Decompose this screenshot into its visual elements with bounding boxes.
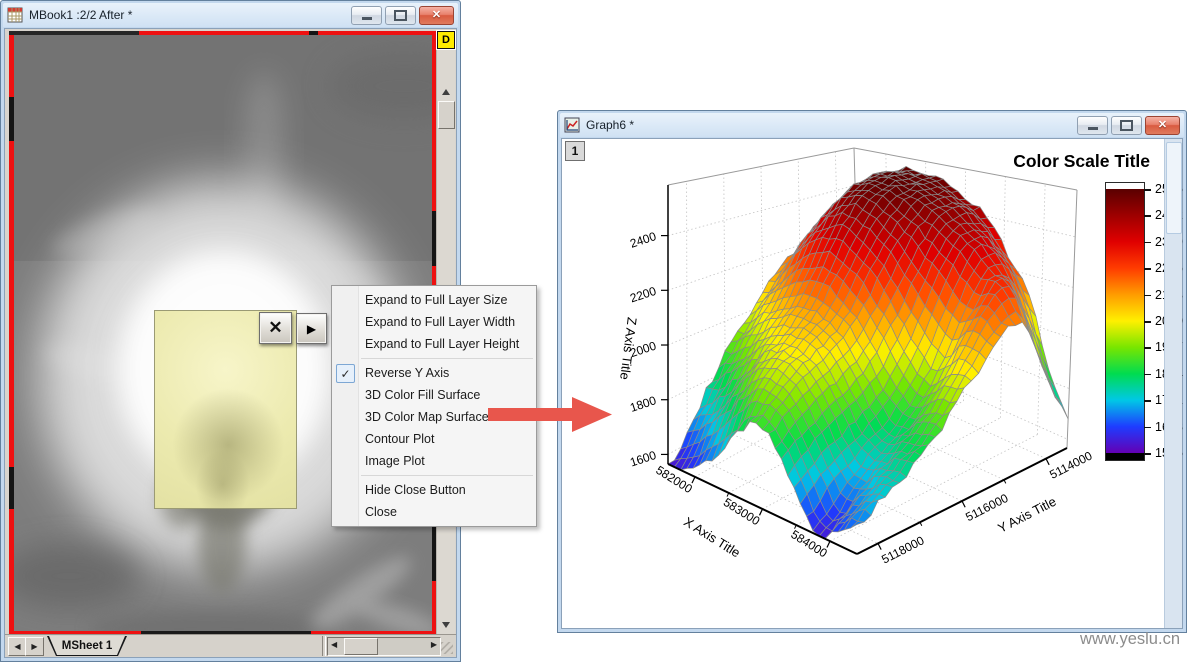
menu-item-label: Contour Plot bbox=[365, 432, 434, 446]
menu-item-image-plot[interactable]: Image Plot bbox=[332, 450, 536, 472]
close-button[interactable]: ✕ bbox=[419, 6, 454, 25]
graph-page: 16001800200022002400Z Axis Title58200058… bbox=[561, 138, 1183, 629]
menu-item-label: Reverse Y Axis bbox=[365, 366, 449, 380]
graph-maximize-button[interactable] bbox=[1111, 116, 1142, 135]
menu-item-label: Expand to Full Layer Height bbox=[365, 337, 519, 351]
sheet-tab-msheet1[interactable]: MSheet 1 bbox=[47, 636, 127, 656]
graph-scrollbar-thumb[interactable] bbox=[1166, 142, 1182, 234]
tabbar-divider bbox=[322, 636, 326, 656]
graph-close-button[interactable]: ✕ bbox=[1145, 116, 1180, 135]
colorbar-tick bbox=[1144, 453, 1151, 455]
watermark: www.yeslu.cn bbox=[1020, 630, 1180, 649]
colorbar-tick bbox=[1144, 215, 1151, 217]
region-close-button[interactable]: ✕ bbox=[259, 312, 292, 344]
matrix-book-icon bbox=[7, 7, 23, 23]
minimize-icon bbox=[362, 17, 372, 20]
svg-text:1600: 1600 bbox=[628, 448, 658, 470]
maximize-button[interactable] bbox=[385, 6, 416, 25]
colorbar-tick bbox=[1144, 400, 1151, 402]
close-icon: ✕ bbox=[432, 10, 441, 21]
surface-plot[interactable]: 16001800200022002400Z Axis Title58200058… bbox=[562, 139, 1162, 625]
menu-item-3d-color-map-surface[interactable]: 3D Color Map Surface bbox=[332, 406, 536, 428]
horizontal-scrollbar-thumb[interactable] bbox=[344, 638, 378, 655]
minimize-button[interactable] bbox=[351, 6, 382, 25]
menu-item-reverse-y-axis[interactable]: ✓ Reverse Y Axis bbox=[332, 362, 536, 384]
region-close-icon: ✕ bbox=[268, 318, 282, 338]
right-arrow-icon: ▶ bbox=[31, 642, 37, 651]
menu-item-label: 3D Color Map Surface bbox=[365, 410, 489, 424]
check-icon: ✓ bbox=[336, 364, 355, 383]
colorbar-tick bbox=[1144, 242, 1151, 244]
menu-item-expand-to-full-layer-width[interactable]: Expand to Full Layer Width bbox=[332, 311, 536, 333]
menu-item-expand-to-full-layer-size[interactable]: Expand to Full Layer Size bbox=[332, 289, 536, 311]
sheet-tab-bar: ◀ ▶ MSheet 1 ◀ ▶ bbox=[5, 634, 456, 657]
resize-grip[interactable] bbox=[441, 642, 453, 654]
matrix-scrollbar-thumb[interactable] bbox=[438, 101, 455, 129]
colorbar-tick bbox=[1144, 427, 1151, 429]
menu-item-hide-close-button[interactable]: Hide Close Button bbox=[332, 479, 536, 501]
graph-icon bbox=[564, 117, 580, 133]
color-scale-title: Color Scale Title bbox=[1013, 151, 1150, 172]
graph-vertical-scrollbar[interactable] bbox=[1164, 139, 1182, 628]
colorbar-tick bbox=[1144, 295, 1151, 297]
scroll-right-icon[interactable]: ▶ bbox=[431, 640, 437, 649]
maximize-icon bbox=[394, 10, 407, 21]
colorbar-tick bbox=[1144, 321, 1151, 323]
screenshot-stage: MBook1 :2/2 After * ✕ bbox=[0, 0, 1187, 661]
menu-separator bbox=[361, 355, 533, 362]
minimize-icon bbox=[1088, 127, 1098, 130]
region-menu-button[interactable]: ▶ bbox=[296, 313, 327, 344]
menu-separator bbox=[361, 472, 533, 479]
svg-text:X Axis Title: X Axis Title bbox=[681, 514, 743, 560]
region-context-menu: Expand to Full Layer Size Expand to Full … bbox=[331, 285, 537, 527]
colorbar-tick bbox=[1144, 374, 1151, 376]
colorbar-tick bbox=[1144, 347, 1151, 349]
tab-scroll-right-button[interactable]: ▶ bbox=[25, 637, 44, 656]
svg-text:Z Axis Title: Z Axis Title bbox=[617, 316, 640, 380]
colorbar-bottom-cap bbox=[1106, 453, 1144, 460]
maximize-icon bbox=[1120, 120, 1133, 131]
menu-item-expand-to-full-layer-height[interactable]: Expand to Full Layer Height bbox=[332, 333, 536, 355]
matrix-horizontal-scrollbar[interactable]: ◀ ▶ bbox=[327, 637, 441, 656]
sheet-tab-label: MSheet 1 bbox=[48, 636, 126, 655]
layer-badge[interactable]: 1 bbox=[565, 141, 585, 161]
graph-minimize-button[interactable] bbox=[1077, 116, 1108, 135]
svg-text:2200: 2200 bbox=[628, 284, 658, 306]
svg-text:2400: 2400 bbox=[628, 229, 658, 251]
region-menu-arrow-icon: ▶ bbox=[307, 322, 316, 336]
scroll-up-icon[interactable] bbox=[442, 89, 450, 95]
matrix-window-titlebar[interactable]: MBook1 :2/2 After * ✕ bbox=[3, 3, 458, 27]
graph-window-title: Graph6 * bbox=[586, 118, 1074, 132]
menu-item-label: Image Plot bbox=[365, 454, 425, 468]
menu-item-close[interactable]: Close bbox=[332, 501, 536, 523]
colorbar-gradient bbox=[1106, 189, 1144, 453]
matrix-window-title: MBook1 :2/2 After * bbox=[29, 8, 348, 22]
data-indicator-badge[interactable]: D bbox=[437, 31, 455, 49]
menu-item-label: Expand to Full Layer Size bbox=[365, 293, 507, 307]
menu-item-label: Hide Close Button bbox=[365, 483, 466, 497]
graph-window: Graph6 * ✕ 16001800200022002400Z Axis Ti… bbox=[557, 110, 1187, 633]
menu-item-label: 3D Color Fill Surface bbox=[365, 388, 480, 402]
graph-window-titlebar[interactable]: Graph6 * ✕ bbox=[560, 113, 1184, 137]
scroll-down-icon[interactable] bbox=[442, 622, 450, 628]
colormap-surface bbox=[668, 166, 1068, 538]
menu-item-contour-plot[interactable]: Contour Plot bbox=[332, 428, 536, 450]
menu-item-label: Close bbox=[365, 505, 397, 519]
svg-text:1800: 1800 bbox=[628, 393, 658, 415]
close-icon: ✕ bbox=[1158, 120, 1167, 131]
colorbar-tick bbox=[1144, 268, 1151, 270]
menu-item-3d-color-fill-surface[interactable]: 3D Color Fill Surface bbox=[332, 384, 536, 406]
menu-item-label: Expand to Full Layer Width bbox=[365, 315, 515, 329]
scroll-left-icon[interactable]: ◀ bbox=[331, 640, 337, 649]
color-scale-bar[interactable]: 2545244223392236213320301927182417211618… bbox=[1105, 182, 1145, 461]
colorbar-tick bbox=[1144, 189, 1151, 191]
left-arrow-icon: ◀ bbox=[14, 642, 20, 651]
